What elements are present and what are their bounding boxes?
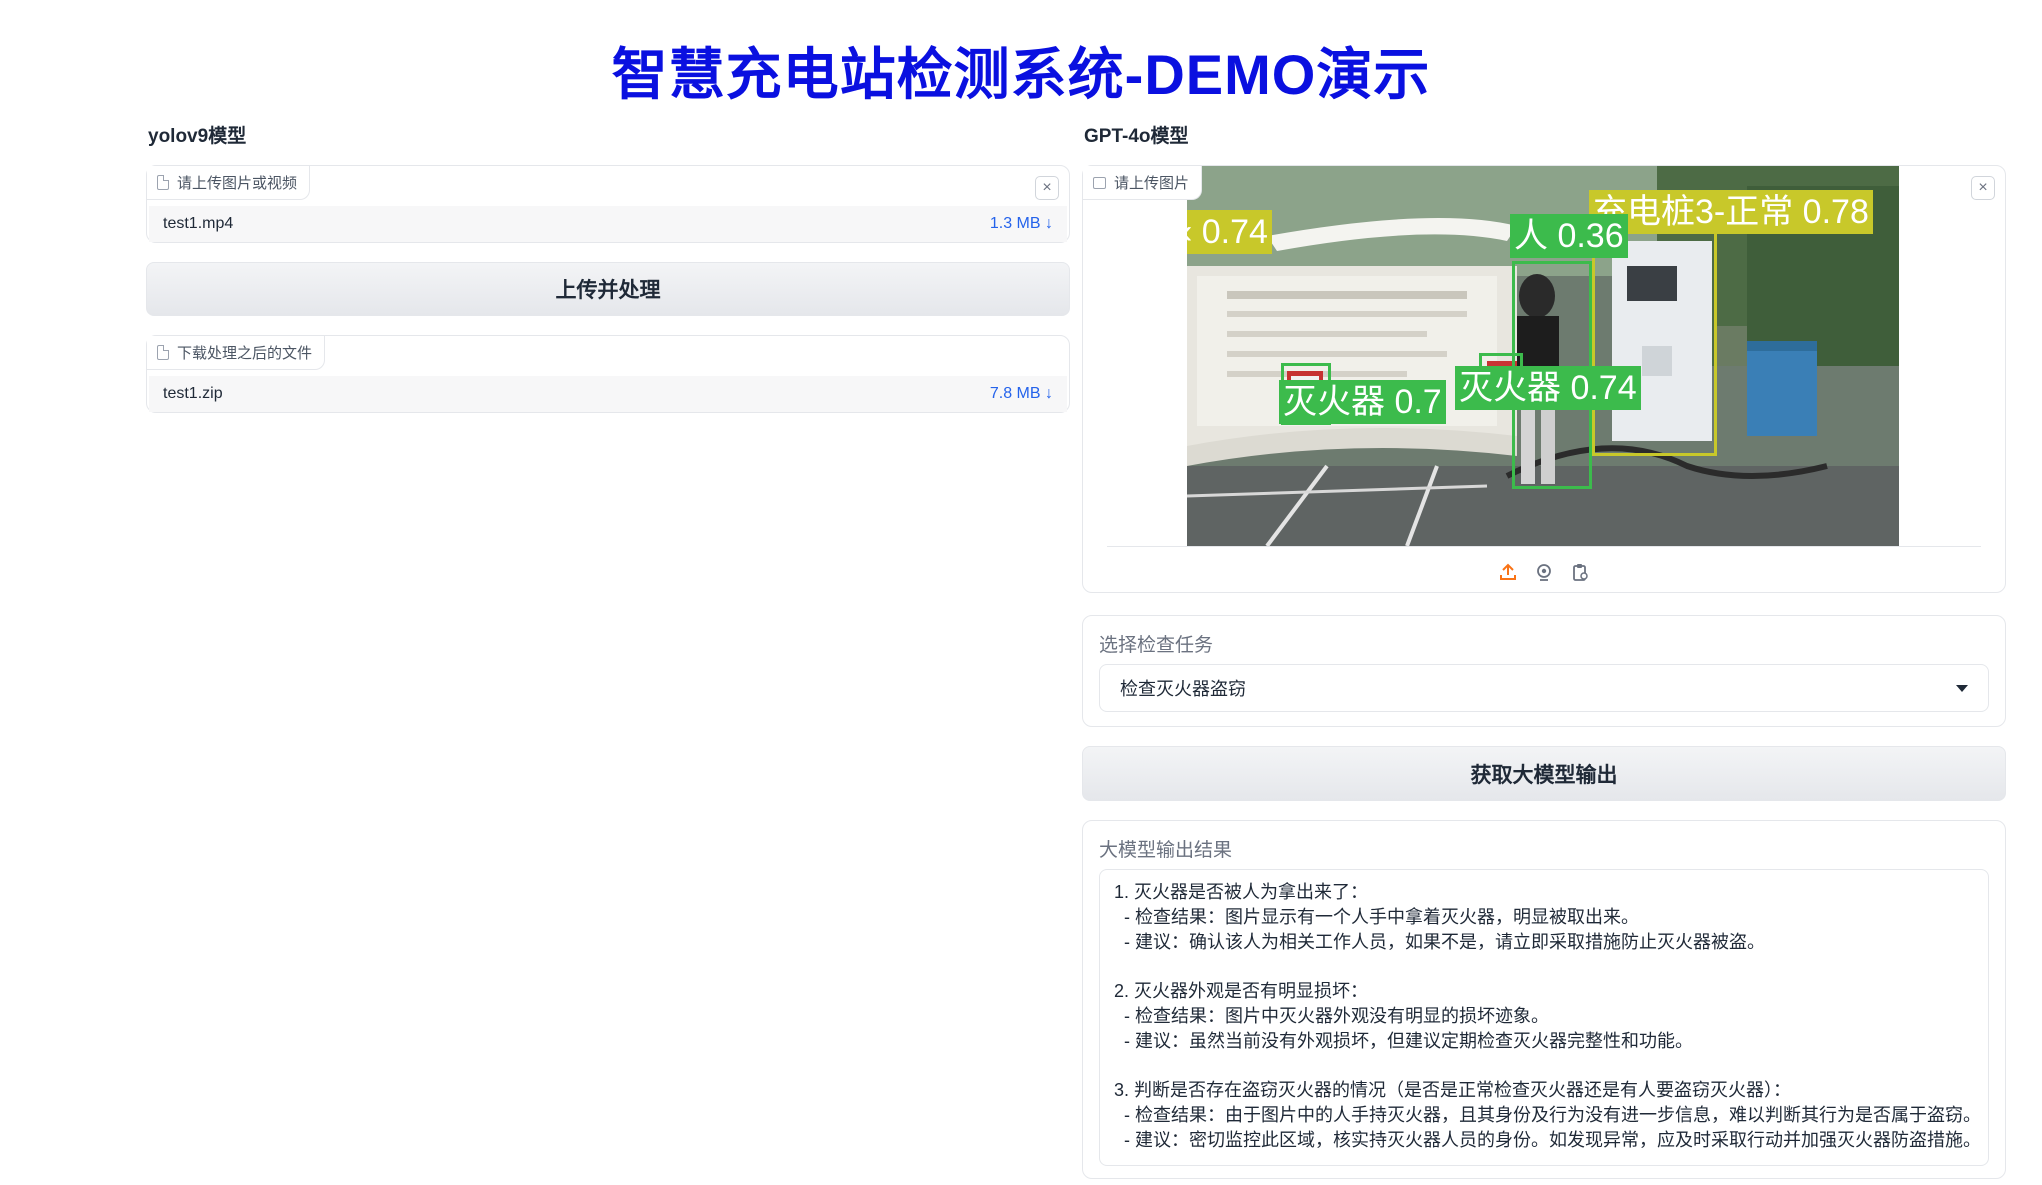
clear-upload-button[interactable]: × [1035, 176, 1059, 200]
download-file-tag: 下载处理之后的文件 [147, 336, 326, 370]
image-upload-panel[interactable]: 请上传图片 × 充电桩3-正常 0.78 人 0.36 灭火器 0.74 灭火器… [1082, 165, 2006, 593]
caret-down-icon [1956, 684, 1968, 692]
task-dropdown[interactable]: 检查灭火器盗窃 [1099, 664, 1989, 712]
upload-and-process-button[interactable]: 上传并处理 [146, 262, 1070, 316]
detection-label-extinguisher-2: 灭火器 0.74 [1455, 366, 1641, 410]
upload-file-box[interactable]: 请上传图片或视频 × test1.mp4 1.3 MB ↓ [146, 165, 1070, 243]
task-select-label: 选择检查任务 [1099, 635, 1214, 656]
image-upload-tag: 请上传图片 [1083, 166, 1203, 200]
image-upload-tag-label: 请上传图片 [1114, 175, 1190, 192]
download-file-size-link[interactable]: 7.8 MB ↓ [990, 385, 1053, 403]
uploaded-file-row: test1.mp4 1.3 MB ↓ [149, 206, 1067, 242]
page-title: 智慧充电站检测系统-DEMO演示 [611, 43, 1431, 106]
task-dropdown-value: 检查灭火器盗窃 [1120, 679, 1246, 699]
gpt4o-section-label: GPT-4o模型 [1084, 126, 1189, 147]
uploaded-file-name: test1.mp4 [163, 215, 234, 232]
clipboard-icon[interactable] [1569, 561, 1591, 583]
clear-image-button[interactable]: × [1971, 176, 1995, 200]
webcam-icon[interactable] [1533, 561, 1555, 583]
upload-file-tag-label: 请上传图片或视频 [177, 175, 298, 192]
detection-result-image: 充电桩3-正常 0.78 人 0.36 灭火器 0.74 灭火器 0.7 ‹ 0… [1187, 166, 1899, 546]
upload-icon[interactable] [1497, 561, 1519, 583]
model-output-panel: 大模型输出结果 1. 灭火器是否被人为拿出来了： - 检查结果：图片显示有一个人… [1082, 820, 2006, 1179]
yolov9-section-label: yolov9模型 [148, 126, 247, 147]
model-output-label: 大模型输出结果 [1099, 840, 1233, 861]
download-file-name: test1.zip [163, 385, 223, 402]
detection-label-person: 人 0.36 [1510, 214, 1628, 258]
upload-file-tag: 请上传图片或视频 [147, 166, 311, 200]
detection-label-charger: 充电桩3-正常 0.78 [1589, 190, 1873, 234]
detection-label-partial: ‹ 0.74 [1187, 210, 1272, 254]
file-icon [157, 175, 169, 190]
uploaded-file-size-link[interactable]: 1.3 MB ↓ [990, 215, 1053, 233]
detection-label-extinguisher-1: 灭火器 0.7 [1279, 380, 1446, 424]
download-file-row: test1.zip 7.8 MB ↓ [149, 376, 1067, 412]
image-divider [1107, 546, 1981, 547]
model-output-textarea[interactable]: 1. 灭火器是否被人为拿出来了： - 检查结果：图片显示有一个人手中拿着灭火器，… [1099, 869, 1989, 1166]
download-file-box: 下载处理之后的文件 test1.zip 7.8 MB ↓ [146, 335, 1070, 413]
task-select-panel: 选择检查任务 检查灭火器盗窃 [1082, 615, 2006, 727]
get-model-output-button[interactable]: 获取大模型输出 [1082, 746, 2006, 801]
image-source-toolbar [1083, 561, 2005, 583]
image-icon [1093, 176, 1106, 189]
file-icon [157, 345, 169, 360]
download-file-tag-label: 下载处理之后的文件 [177, 345, 313, 362]
